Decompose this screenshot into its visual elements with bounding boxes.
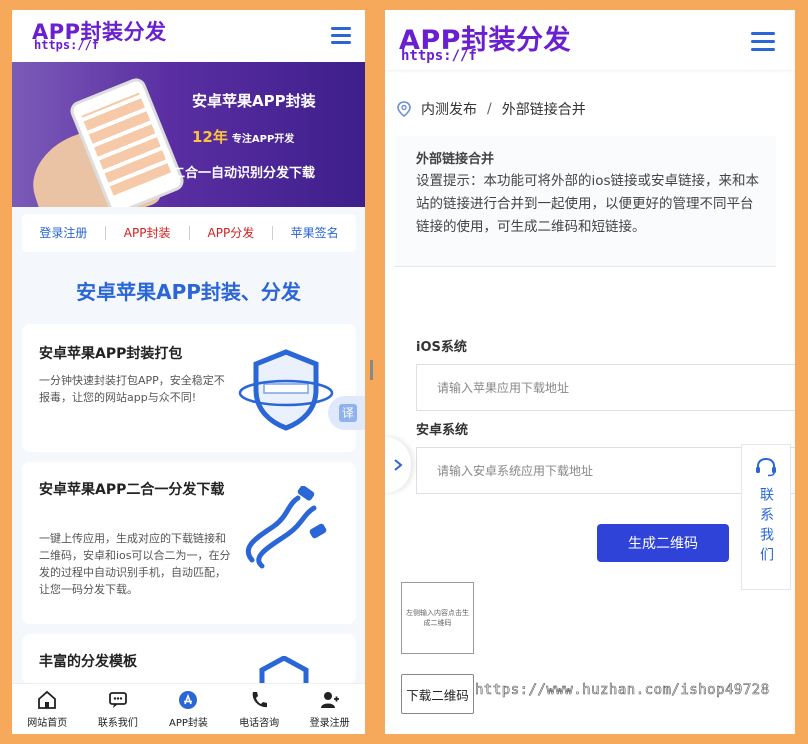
- quick-nav: 登录注册 APP封装 APP分发 苹果签名: [22, 214, 356, 252]
- cable-icon: [245, 486, 327, 569]
- breadcrumb-separator: /: [487, 101, 492, 117]
- nav-app-distribute[interactable]: APP分发: [190, 226, 274, 240]
- location-pin-icon: [397, 101, 411, 117]
- logo-url: https://f: [401, 48, 477, 64]
- shield-icon: [238, 349, 334, 431]
- card-title: 安卓苹果APP二合一分发下载: [39, 482, 225, 498]
- ios-label: iOS系统: [416, 340, 467, 355]
- feature-card-wrap[interactable]: 安卓苹果APP封装打包 一分钟快速封装打包APP，安全稳定不报毒，让您的网站ap…: [22, 324, 356, 452]
- contact-us-float[interactable]: 联系我们: [741, 444, 791, 590]
- feature-card-templates[interactable]: 丰富的分发模板: [22, 634, 356, 684]
- translate-button[interactable]: 译: [328, 396, 365, 430]
- banner-subline: 二合一自动识别分发下载: [172, 166, 316, 181]
- intro-text: 设置提示：本功能可将外部的ios链接或安卓链接，来和本站的链接进行合并到一起使用…: [416, 173, 760, 235]
- watermark: https://www.huzhan.com/ishop49728: [475, 682, 770, 699]
- nav-apple-sign[interactable]: 苹果签名: [273, 226, 356, 240]
- expand-sidebar-button[interactable]: [385, 437, 411, 493]
- tab-contact[interactable]: 联系我们: [83, 684, 154, 734]
- android-url-input[interactable]: [416, 447, 795, 494]
- contact-us-label: 联系我们: [758, 487, 774, 567]
- intro-title: 外部链接合并: [416, 152, 495, 167]
- breadcrumb: 内测发布 / 外部链接合并: [397, 99, 586, 119]
- banner-headline: 安卓苹果APP封装: [192, 92, 316, 110]
- banner-highlight: 12年 专注APP开发: [192, 128, 295, 146]
- chat-icon: [108, 691, 127, 708]
- site-header: APP封装分发 https://f: [385, 10, 795, 70]
- app-store-icon: [179, 690, 198, 709]
- merge-link-screen: APP封装分发 https://f 内测发布 / 外部链接合并 外部链接合并 设…: [385, 10, 795, 734]
- nav-login-register[interactable]: 登录注册: [22, 226, 106, 240]
- card-title: 丰富的分发模板: [39, 654, 137, 670]
- intro-panel: 外部链接合并 设置提示：本功能可将外部的ios链接或安卓链接，来和本站的链接进行…: [395, 136, 776, 266]
- generate-qr-button[interactable]: 生成二维码: [597, 524, 729, 562]
- qr-code-preview: 左侧输入内容点击生成二维码: [401, 582, 474, 654]
- card-desc: 一分钟快速封装打包APP，安全稳定不报毒，让您的网站app与众不同!: [39, 374, 225, 404]
- divider: [395, 266, 776, 267]
- translate-icon: 译: [339, 404, 357, 422]
- card-desc: 一键上传应用，生成对应的下载链接和二维码，安卓和ios可以合二为一，在分发的过程…: [39, 532, 231, 596]
- drag-handle: [370, 360, 373, 380]
- headset-icon: [756, 457, 776, 477]
- chevron-right-icon: [394, 459, 403, 471]
- feature-card-distribute[interactable]: 安卓苹果APP二合一分发下载 一键上传应用，生成对应的下载链接和二维码，安卓和i…: [22, 462, 356, 624]
- menu-icon[interactable]: [331, 27, 351, 45]
- tab-phone[interactable]: 电话咨询: [224, 684, 295, 734]
- menu-icon[interactable]: [751, 32, 775, 51]
- tab-login[interactable]: 登录注册: [294, 684, 365, 734]
- card-title: 安卓苹果APP封装打包: [39, 346, 183, 362]
- tab-app-wrap[interactable]: APP封装: [153, 684, 224, 734]
- site-header: APP封装分发 https://f: [12, 10, 365, 62]
- breadcrumb-current: 外部链接合并: [501, 102, 586, 118]
- section-title: 安卓苹果APP封装、分发: [76, 280, 301, 304]
- home-icon: [38, 690, 57, 709]
- tab-home[interactable]: 网站首页: [12, 684, 83, 734]
- phone-icon: [252, 691, 268, 707]
- ios-url-input[interactable]: [416, 364, 795, 411]
- user-icon: [320, 691, 339, 708]
- breadcrumb-item[interactable]: 内测发布: [421, 99, 477, 119]
- download-qr-button[interactable]: 下载二维码: [401, 674, 474, 714]
- logo-url: https://f: [34, 38, 100, 52]
- nav-app-wrap[interactable]: APP封装: [106, 226, 190, 240]
- bottom-tabbar: 网站首页 联系我们 APP封装 电话咨询 登录注册: [12, 683, 365, 734]
- home-screen: APP封装分发 https://f 安卓苹果APP封装 12年 专注APP开发 二…: [12, 10, 365, 734]
- android-label: 安卓系统: [416, 423, 469, 438]
- promo-banner[interactable]: 安卓苹果APP封装 12年 专注APP开发 二合一自动识别分发下载: [12, 62, 365, 207]
- box-icon: [259, 656, 309, 684]
